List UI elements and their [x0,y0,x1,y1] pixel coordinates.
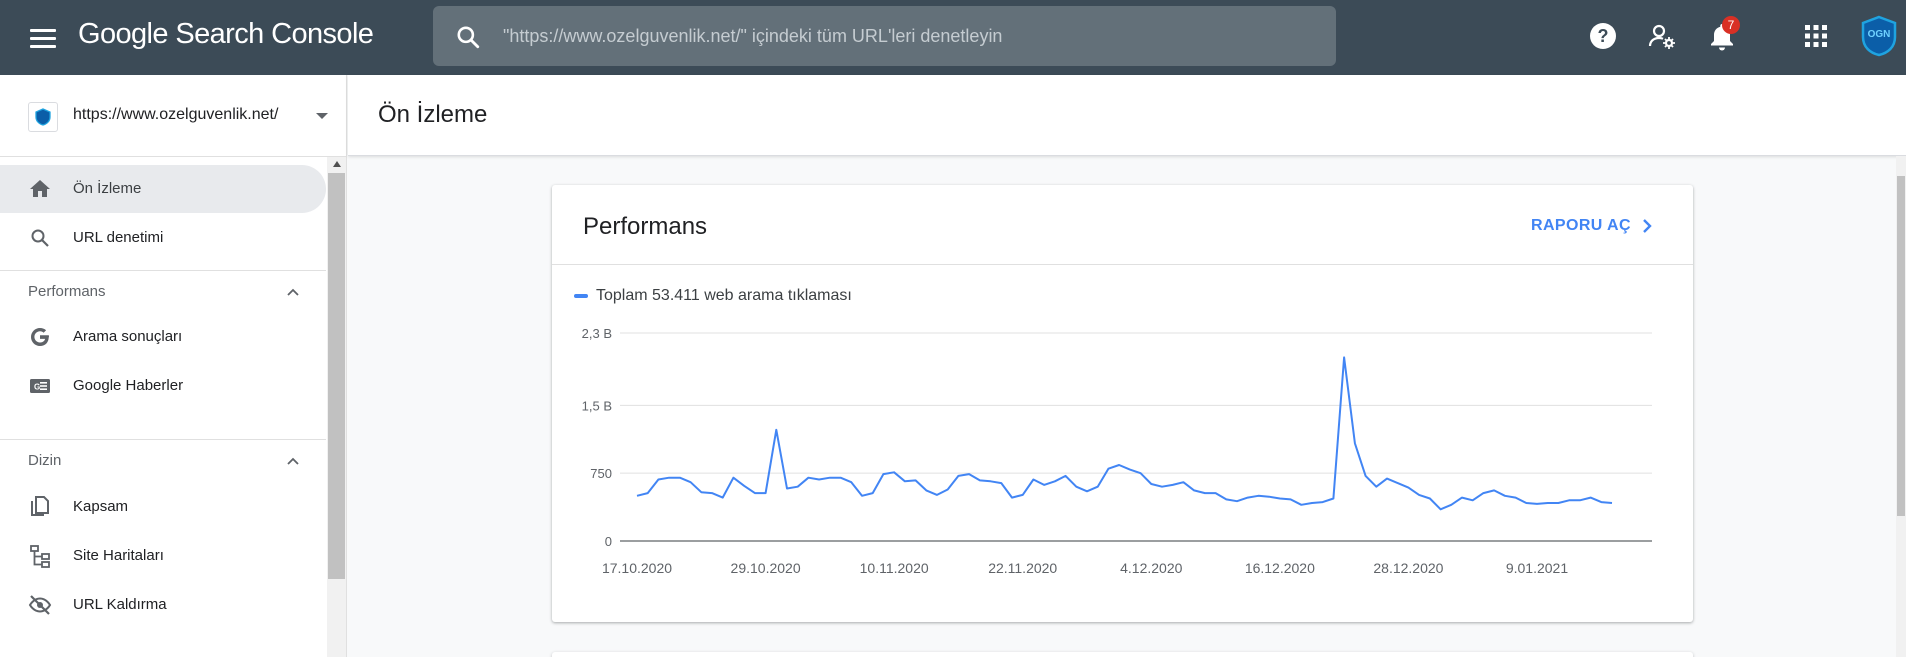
svg-text:G: G [34,383,40,392]
y-tick-label: 1,5 B [582,398,612,413]
next-card [552,652,1693,657]
sidebar-scrollbar[interactable] [327,157,346,657]
section-index[interactable]: Dizin [0,440,326,480]
sidebar-item-sitemaps[interactable]: Site Haritaları [0,532,326,580]
avatar-text: OGN [1868,29,1891,40]
card-title: Performans [583,213,708,240]
section-label: Dizin [28,452,62,469]
section-performance[interactable]: Performans [0,271,326,311]
app-title[interactable]: Google Search Console [78,18,374,51]
sidebar-item-label: Site Haritaları [73,547,164,564]
x-tick-label: 4.12.2020 [1120,560,1182,576]
sidebar: https://www.ozelguvenlik.net/ Ön İzleme … [0,75,347,657]
url-inspection-search[interactable] [433,6,1336,66]
performance-card: Performans RAPORU AÇ Toplam 53.411 web a… [552,185,1693,622]
svg-text:?: ? [1598,26,1609,46]
chart-legend[interactable]: Toplam 53.411 web arama tıklaması [574,287,852,305]
sidebar-item-label: URL denetimi [73,229,164,246]
property-url: https://www.ozelguvenlik.net/ [73,106,279,123]
legend-label: Toplam 53.411 web arama tıklaması [596,287,852,304]
sidebar-item-label: Kapsam [73,498,129,515]
copy-icon [31,496,49,516]
chevron-up-icon [287,457,299,465]
sidebar-item-label: Ön İzleme [73,180,142,197]
sidebar-item-overview[interactable]: Ön İzleme [0,165,326,213]
shield-icon [35,108,51,126]
x-tick-label: 10.11.2020 [860,560,929,576]
x-tick-label: 28.12.2020 [1373,560,1443,576]
sidebar-item-label: Arama sonuçları [73,328,183,345]
open-report-label: RAPORU AÇ [1531,217,1631,234]
x-tick-label: 9.01.2021 [1506,560,1568,576]
google-g-icon [31,328,49,346]
chevron-down-icon[interactable] [316,113,328,119]
scrollbar-thumb[interactable] [1897,176,1905,516]
x-tick-label: 16.12.2020 [1245,560,1315,576]
sidebar-item-url-removal[interactable]: URL Kaldırma [0,581,326,629]
sitemap-icon [30,545,50,568]
x-tick-label: 22.11.2020 [988,560,1057,576]
help-icon[interactable]: ? [1587,20,1619,52]
card-header: Performans RAPORU AÇ [552,185,1693,265]
notification-count-badge: 7 [1722,16,1740,34]
legend-swatch [574,294,588,298]
search-icon [31,229,49,247]
apps-grid-icon[interactable] [1800,20,1832,52]
series-line[interactable] [636,356,1613,511]
y-tick-label: 2,3 B [582,326,612,341]
open-report-link[interactable]: RAPORU AÇ [1531,217,1653,235]
page-header: Ön İzleme [348,75,1906,156]
chevron-right-icon [1643,219,1652,233]
section-label: Performans [28,283,106,300]
sidebar-item-url-inspection[interactable]: URL denetimi [0,214,326,262]
user-settings-icon[interactable] [1646,20,1678,52]
top-app-bar: Google Search Console ? 7 OGN [0,0,1906,75]
sidebar-item-search-results[interactable]: Arama sonuçları [0,313,326,361]
sidebar-item-google-news[interactable]: G Google Haberler [0,362,326,410]
visibility-off-icon [28,595,52,615]
chevron-up-icon [287,288,299,296]
scrollbar-thumb[interactable] [328,173,345,579]
x-tick-label: 17.10.2020 [602,560,672,576]
sidebar-nav: Ön İzleme URL denetimi Performans Arama … [0,157,347,657]
performance-chart[interactable]: 0 750 1,5 B 2,3 B 17.10.2020 29.10.2020 10.11.… [552,325,1693,605]
property-selector[interactable]: https://www.ozelguvenlik.net/ [0,75,347,157]
search-input[interactable] [503,20,1303,52]
y-tick-label: 750 [590,466,612,481]
sidebar-item-coverage[interactable]: Kapsam [0,483,326,531]
y-tick-label: 0 [605,534,612,549]
page-scrollbar[interactable] [1896,156,1906,657]
sidebar-item-label: Google Haberler [73,377,184,394]
account-avatar[interactable]: OGN [1860,15,1898,57]
search-icon [457,26,480,49]
scroll-up-arrow-icon[interactable] [333,161,341,167]
home-icon [30,180,50,197]
page-title: Ön İzleme [378,101,488,128]
property-favicon [28,102,58,132]
menu-icon[interactable] [26,24,60,52]
google-news-icon: G [30,379,50,393]
x-tick-label: 29.10.2020 [731,560,801,576]
sidebar-item-label: URL Kaldırma [73,596,167,613]
